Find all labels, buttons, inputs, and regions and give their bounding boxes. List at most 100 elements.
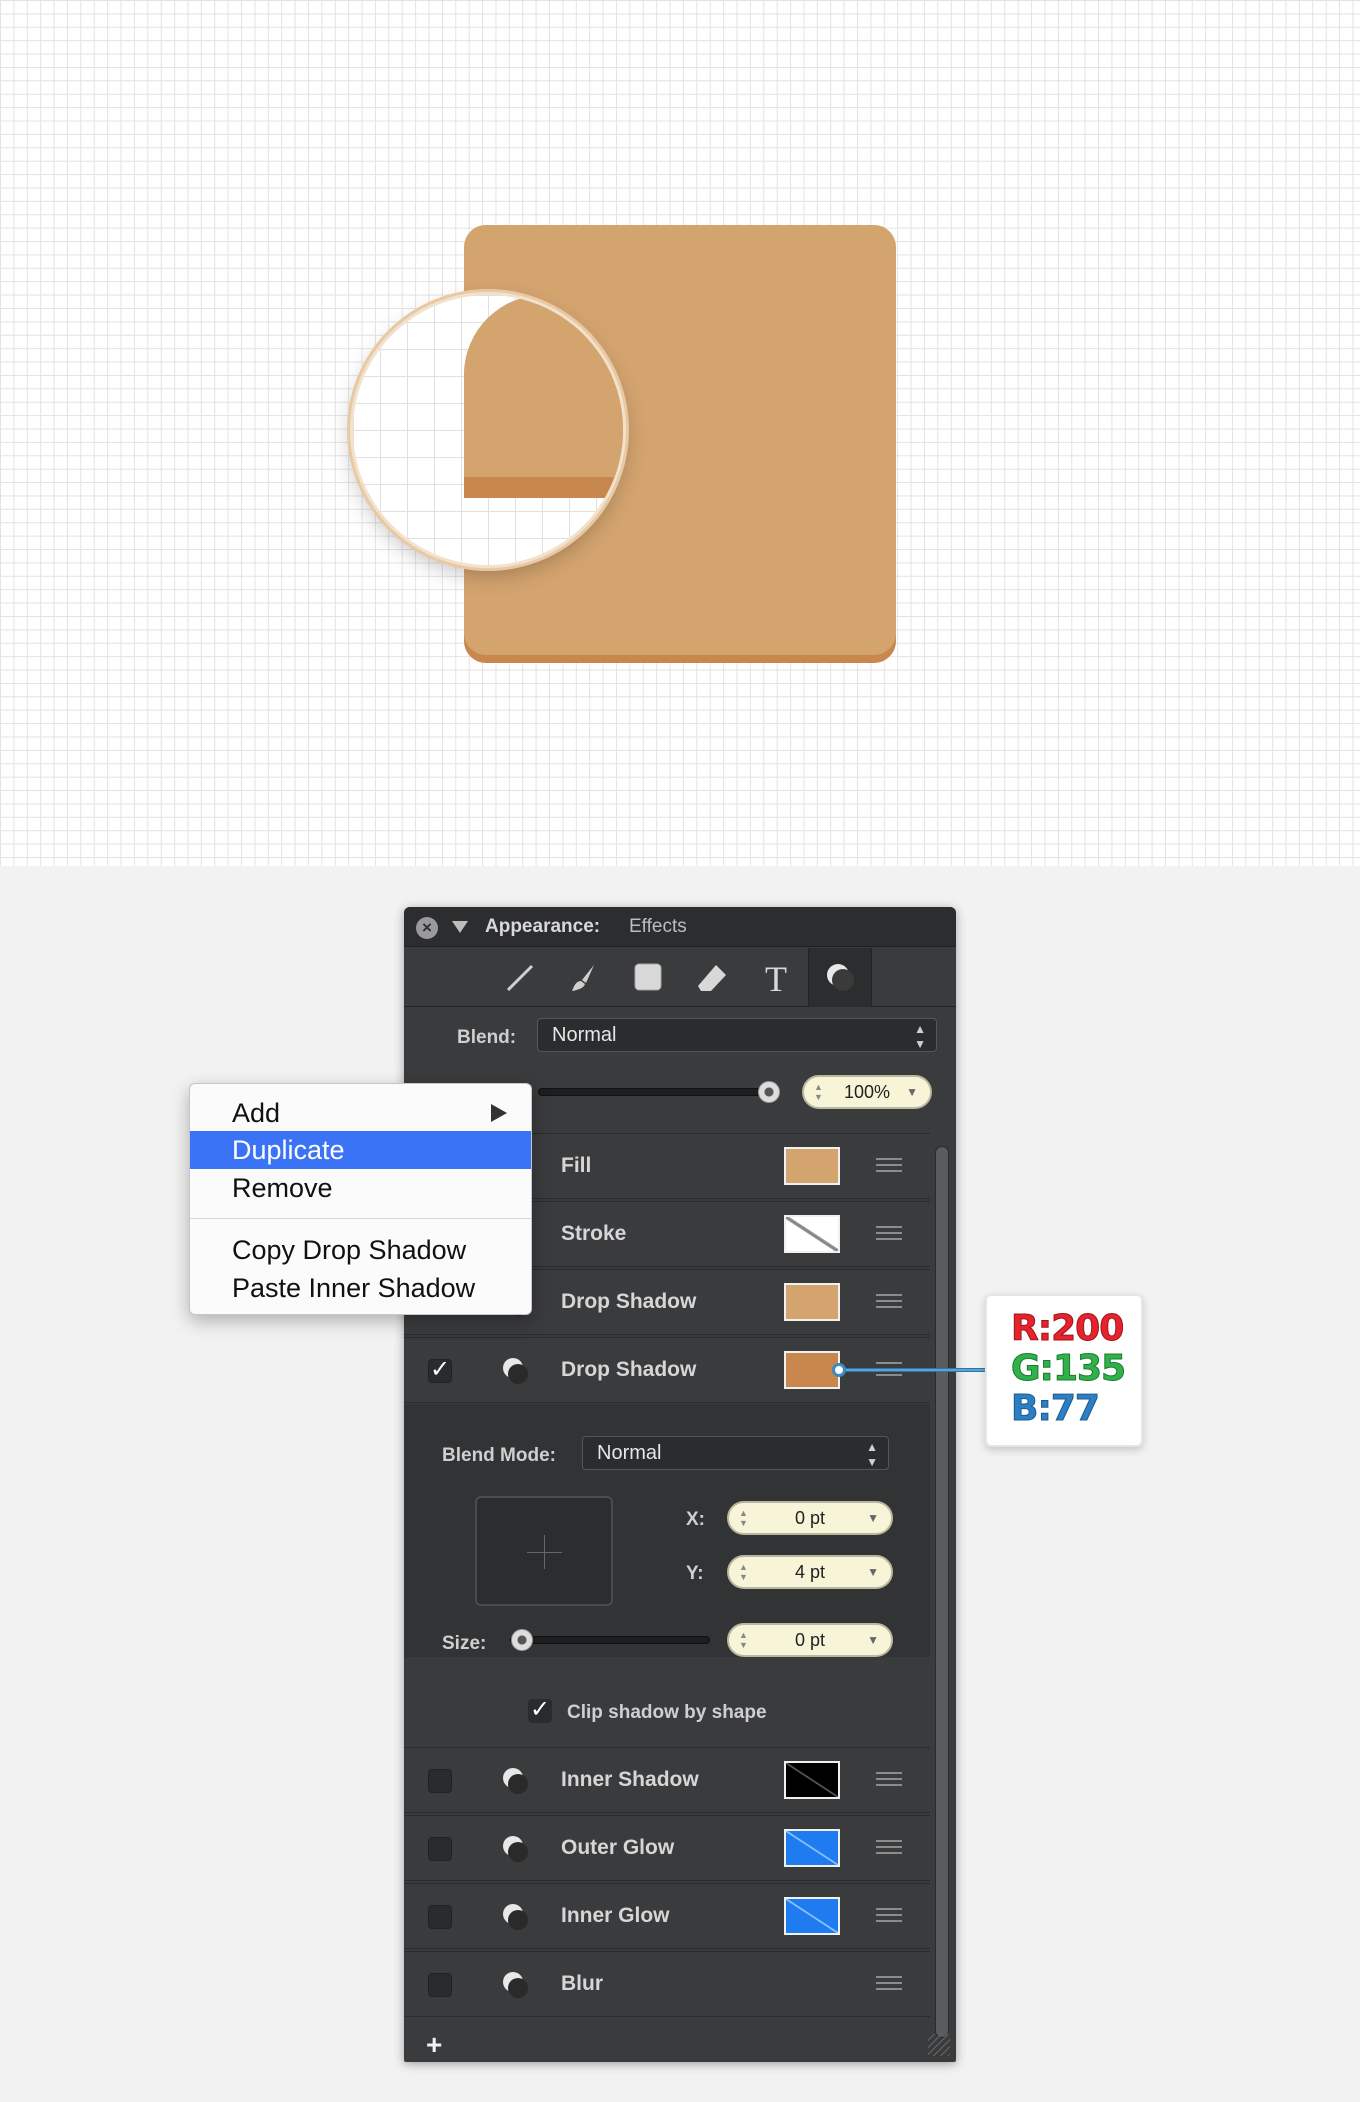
effect-name: Fill (561, 1154, 592, 1177)
effect-icon (503, 1904, 528, 1930)
effect-name: Blur (561, 1972, 603, 1995)
menu-item-label: Copy Drop Shadow (232, 1235, 467, 1265)
callout-connector (838, 1368, 987, 1372)
effect-name: Stroke (561, 1222, 627, 1245)
artboard-canvas[interactable] (0, 0, 1360, 866)
menu-item-label: Paste Inner Shadow (232, 1273, 476, 1303)
effect-name: Inner Shadow (561, 1768, 699, 1791)
clip-shadow-checkbox[interactable]: ✓ (528, 1698, 552, 1723)
effect-name: Drop Shadow (561, 1290, 697, 1313)
panel-subtitle: Effects (629, 916, 687, 937)
brush-tool-icon[interactable] (564, 960, 604, 996)
menu-item-label: Duplicate (232, 1135, 345, 1165)
collapse-triangle-icon[interactable] (452, 921, 468, 933)
clip-shadow-label: Clip shadow by shape (567, 1702, 767, 1723)
red-value: R:200 (1011, 1308, 1125, 1349)
rectangle-tool-icon[interactable] (628, 960, 668, 996)
enable-checkbox[interactable] (428, 1837, 452, 1861)
updown-arrows-icon: ▲ ▼ (866, 1440, 878, 1469)
drag-handle-icon[interactable] (876, 1772, 902, 1786)
add-effect-button[interactable]: + (426, 2029, 442, 2061)
drag-handle-icon[interactable] (876, 1158, 902, 1172)
appearance-panel: × Appearance: Effects T Blend: Normal ▲ ▼… (404, 907, 956, 2062)
dropdown-arrow-icon[interactable]: ▼ (867, 1503, 879, 1533)
blue-value: B:77 (1011, 1388, 1101, 1429)
size-stepper[interactable]: ▲ ▼ 0 pt ▼ (727, 1623, 893, 1657)
blend-mode-label: Blend Mode: (442, 1445, 556, 1466)
opacity-slider-knob[interactable] (758, 1081, 780, 1103)
blend-label: Blend: (457, 1027, 517, 1048)
blend-select[interactable]: Normal ▲ ▼ (537, 1018, 937, 1052)
drop-shadow-color-swatch[interactable] (784, 1283, 840, 1321)
effect-icon (503, 1972, 528, 1998)
inner-glow-color-swatch[interactable] (784, 1897, 840, 1935)
pen-tool-icon[interactable] (500, 960, 540, 996)
menu-item-paste-inner-shadow[interactable]: Paste Inner Shadow (190, 1269, 531, 1307)
effect-row-inner-shadow[interactable]: Inner Shadow (404, 1747, 930, 1813)
effects-tool-icon[interactable] (808, 948, 872, 1007)
size-label: Size: (442, 1633, 487, 1654)
x-label: X: (686, 1509, 705, 1530)
y-label: Y: (686, 1563, 704, 1584)
dropdown-arrow-icon[interactable]: ▼ (906, 1077, 918, 1107)
enable-checkbox[interactable] (428, 1769, 452, 1793)
effect-name: Drop Shadow (561, 1358, 697, 1381)
dropdown-arrow-icon[interactable]: ▼ (867, 1557, 879, 1587)
drag-handle-icon[interactable] (876, 1294, 902, 1308)
effect-row-outer-glow[interactable]: Outer Glow (404, 1815, 930, 1881)
svg-text:T: T (765, 960, 787, 996)
panel-titlebar: × Appearance: Effects (404, 907, 956, 947)
menu-item-add[interactable]: Add (190, 1094, 531, 1132)
blend-mode-select[interactable]: Normal ▲ ▼ (582, 1436, 889, 1470)
blend-select-value: Normal (552, 1024, 617, 1046)
enable-checkbox[interactable] (428, 1973, 452, 1997)
callout-connector-dot (832, 1363, 846, 1377)
stepper-arrows-icon[interactable]: ▲ ▼ (814, 1082, 823, 1102)
opacity-stepper[interactable]: ▲ ▼ 100% ▼ (802, 1075, 932, 1109)
stroke-color-swatch[interactable] (784, 1215, 840, 1253)
outer-glow-color-swatch[interactable] (784, 1829, 840, 1867)
drag-handle-icon[interactable] (876, 1226, 902, 1240)
y-offset-value: 4 pt (794, 1562, 826, 1582)
fill-color-swatch[interactable] (784, 1147, 840, 1185)
panel-scrollbar[interactable] (935, 1146, 949, 2038)
text-tool-icon[interactable]: T (756, 959, 796, 999)
eraser-tool-icon[interactable] (692, 960, 732, 996)
rgb-callout: R:200 G:135 B:77 (985, 1294, 1143, 1447)
context-menu: Add Duplicate Remove Copy Drop Shadow Pa… (189, 1083, 532, 1315)
size-slider-knob[interactable] (511, 1629, 533, 1651)
x-offset-stepper[interactable]: ▲ ▼ 0 pt ▼ (727, 1501, 893, 1535)
menu-item-remove[interactable]: Remove (190, 1169, 531, 1207)
close-icon[interactable]: × (416, 917, 438, 939)
size-slider[interactable] (510, 1636, 710, 1644)
menu-item-copy-drop-shadow[interactable]: Copy Drop Shadow (190, 1231, 531, 1269)
drag-handle-icon[interactable] (876, 1840, 902, 1854)
enable-checkbox-checked[interactable]: ✓ (428, 1358, 452, 1383)
panel-title: Appearance: (485, 916, 601, 937)
enable-checkbox[interactable] (428, 1905, 452, 1929)
effect-row-inner-glow[interactable]: Inner Glow (404, 1883, 930, 1949)
effect-icon (503, 1768, 528, 1794)
resize-grip-icon[interactable] (928, 2034, 950, 2056)
size-value: 0 pt (794, 1630, 826, 1650)
submenu-arrow-icon (491, 1104, 507, 1122)
drag-handle-icon[interactable] (876, 1976, 902, 1990)
effect-row-blur[interactable]: Blur (404, 1951, 930, 2017)
opacity-value: 100% (843, 1082, 891, 1102)
stepper-arrows-icon[interactable]: ▲ ▼ (739, 1508, 748, 1528)
stepper-arrows-icon[interactable]: ▲ ▼ (739, 1562, 748, 1582)
menu-item-duplicate[interactable]: Duplicate (190, 1131, 531, 1169)
green-value: G:135 (1011, 1348, 1127, 1389)
drag-handle-icon[interactable] (876, 1908, 902, 1922)
inner-shadow-color-swatch[interactable] (784, 1761, 840, 1799)
effect-icon (503, 1836, 528, 1862)
opacity-slider[interactable] (538, 1088, 776, 1096)
x-offset-value: 0 pt (794, 1508, 826, 1528)
zoom-magnifier (353, 295, 623, 565)
crosshair-horizontal (527, 1552, 562, 1553)
stepper-arrows-icon[interactable]: ▲ ▼ (739, 1630, 748, 1650)
menu-separator (190, 1218, 531, 1219)
y-offset-stepper[interactable]: ▲ ▼ 4 pt ▼ (727, 1555, 893, 1589)
dropdown-arrow-icon[interactable]: ▼ (867, 1625, 879, 1655)
offset-pad[interactable] (475, 1496, 613, 1606)
